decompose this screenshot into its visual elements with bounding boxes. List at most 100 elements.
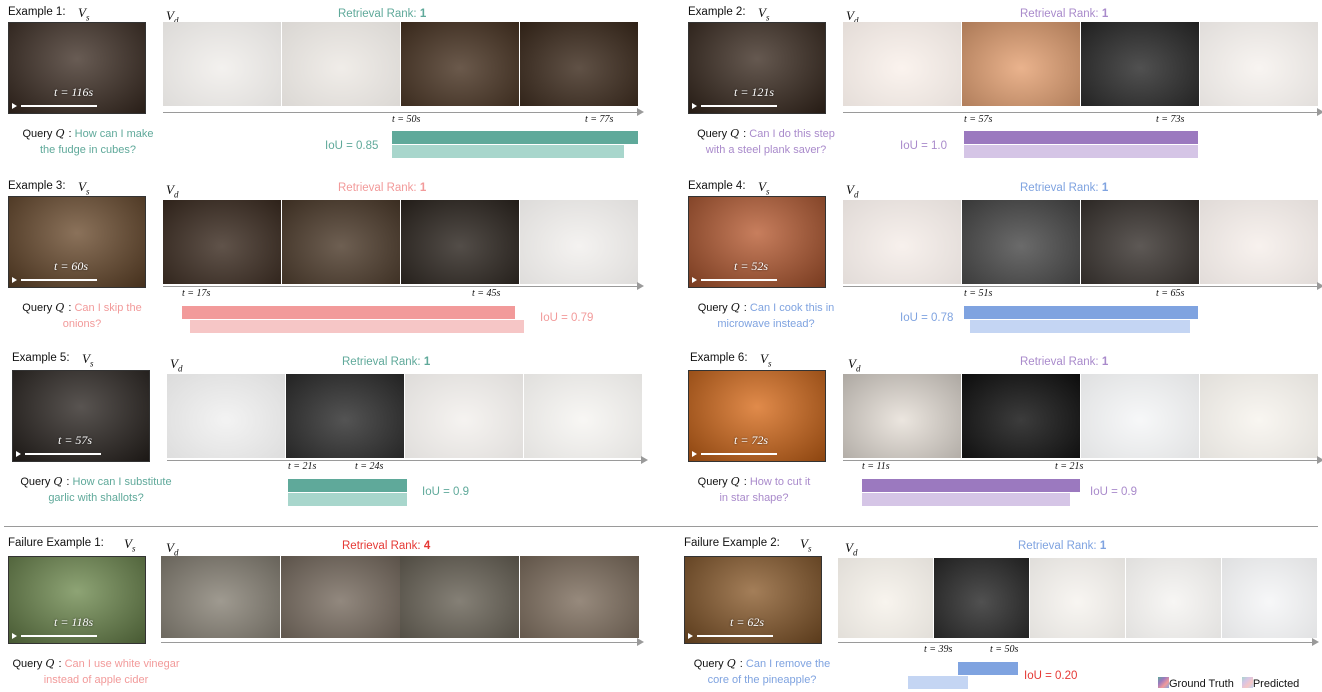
segment-start-time: t = 50s <box>392 114 420 125</box>
time-axis-arrowhead <box>1317 282 1322 290</box>
source-video-thumbnail[interactable]: t = 57s <box>12 370 150 462</box>
playback-progress-bar[interactable] <box>701 279 777 281</box>
vd-subscript: d <box>855 363 861 374</box>
playback-progress-bar[interactable] <box>21 635 97 637</box>
play-icon[interactable] <box>692 451 697 457</box>
timestamp-text: t = 116s <box>54 85 94 99</box>
frame-fade-overlay <box>843 200 961 284</box>
start-time-text: t = 50s <box>392 114 421 125</box>
play-icon[interactable] <box>692 277 697 283</box>
video-frame[interactable] <box>962 200 1080 284</box>
video-frame[interactable] <box>281 556 400 638</box>
source-video-thumbnail[interactable]: t = 118s <box>8 556 146 644</box>
video-frame[interactable] <box>1222 558 1317 638</box>
video-frame[interactable] <box>161 556 280 638</box>
query-key: Query <box>697 476 728 488</box>
video-frame[interactable] <box>1200 22 1318 106</box>
video-frame[interactable] <box>843 374 961 458</box>
video-frame[interactable] <box>1081 200 1199 284</box>
iou-value: IoU = 0.20 <box>1024 670 1078 682</box>
source-video-thumbnail[interactable]: t = 121s <box>688 22 826 114</box>
video-frame[interactable] <box>934 558 1029 638</box>
video-frame[interactable] <box>520 556 639 638</box>
vd-subscript: d <box>852 547 858 558</box>
source-video-thumbnail[interactable]: t = 116s <box>8 22 146 114</box>
frame-fade-overlay <box>1081 374 1199 458</box>
video-frame[interactable] <box>843 22 961 106</box>
play-icon[interactable] <box>12 277 17 283</box>
video-frame[interactable] <box>962 22 1080 106</box>
video-frame[interactable] <box>1200 200 1318 284</box>
source-video-thumbnail[interactable]: t = 60s <box>8 196 146 288</box>
vd-letter: V <box>170 356 178 371</box>
failure-divider <box>4 526 1318 527</box>
query-key: Query <box>12 658 43 670</box>
video-frame[interactable] <box>962 374 1080 458</box>
frame-shading <box>281 556 400 638</box>
start-time-text: t = 11s <box>862 461 890 472</box>
video-frame[interactable] <box>401 200 519 284</box>
vs-letter: V <box>124 536 132 551</box>
playback-progress-bar[interactable] <box>21 105 97 107</box>
segment-start-time: t = 17s <box>182 288 210 299</box>
query-text: Query Q : How to cut it in star shape? <box>664 474 844 506</box>
video-frame[interactable] <box>520 200 638 284</box>
video-frame[interactable] <box>167 374 285 458</box>
video-frame[interactable] <box>282 200 400 284</box>
play-icon[interactable] <box>12 633 17 639</box>
video-frame[interactable] <box>1081 374 1199 458</box>
timestamp-text: t = 118s <box>54 615 94 629</box>
source-timestamp: t = 52s <box>734 259 768 274</box>
query-symbol: Q <box>730 301 740 314</box>
playback-progress-bar[interactable] <box>25 453 101 455</box>
playback-progress-bar[interactable] <box>697 635 773 637</box>
video-frame[interactable] <box>282 22 400 106</box>
playback-progress-bar[interactable] <box>21 279 97 281</box>
play-icon[interactable] <box>688 633 693 639</box>
source-video-thumbnail[interactable]: t = 72s <box>688 370 826 462</box>
video-frame[interactable] <box>1030 558 1125 638</box>
video-frame[interactable] <box>286 374 404 458</box>
video-frame[interactable] <box>401 22 519 106</box>
retrieval-rank: Retrieval Rank: 1 <box>342 356 430 368</box>
ground-truth-bar <box>182 306 515 319</box>
play-icon[interactable] <box>12 103 17 109</box>
source-video-thumbnail[interactable]: t = 62s <box>684 556 822 644</box>
playback-progress-bar[interactable] <box>701 105 777 107</box>
play-icon[interactable] <box>16 451 21 457</box>
frame-shading <box>161 556 280 638</box>
query-line-1: How can I substitute <box>72 476 172 488</box>
video-frame[interactable] <box>843 200 961 284</box>
playback-progress-bar[interactable] <box>701 453 777 455</box>
video-frame[interactable] <box>405 374 523 458</box>
end-time-text: t = 73s <box>1156 114 1185 125</box>
video-frame[interactable] <box>1126 558 1221 638</box>
video-frame[interactable] <box>163 200 281 284</box>
video-frame[interactable] <box>1081 22 1199 106</box>
source-video-thumbnail[interactable]: t = 52s <box>688 196 826 288</box>
query-line-2: in star shape? <box>719 492 789 504</box>
video-frame[interactable] <box>524 374 642 458</box>
video-frame[interactable] <box>520 22 638 106</box>
query-text: Query Q : How can I substitute garlic with… <box>6 474 186 506</box>
frame-fade-overlay <box>838 558 933 638</box>
frame-shading <box>843 374 961 458</box>
video-frame[interactable] <box>163 22 281 106</box>
source-timestamp: t = 72s <box>734 433 768 448</box>
source-video-symbol: Vs <box>78 5 89 23</box>
query-key: Query <box>20 476 51 488</box>
video-frame[interactable] <box>838 558 933 638</box>
frame-fade-overlay <box>1200 22 1318 106</box>
vd-subscript: d <box>853 189 859 200</box>
retrieval-rank-label: Retrieval Rank: <box>342 356 421 368</box>
retrieval-rank: Retrieval Rank: 1 <box>338 8 426 20</box>
example-label: Example 1: <box>8 6 66 18</box>
source-video-symbol: Vs <box>758 179 769 197</box>
video-frame[interactable] <box>400 556 519 638</box>
source-video-symbol: Vs <box>760 351 771 369</box>
retrieval-rank-label: Retrieval Rank: <box>1020 356 1099 368</box>
play-icon[interactable] <box>692 103 697 109</box>
example-label: Example 6: <box>690 352 748 364</box>
timestamp-text: t = 57s <box>58 433 93 447</box>
video-frame[interactable] <box>1200 374 1318 458</box>
